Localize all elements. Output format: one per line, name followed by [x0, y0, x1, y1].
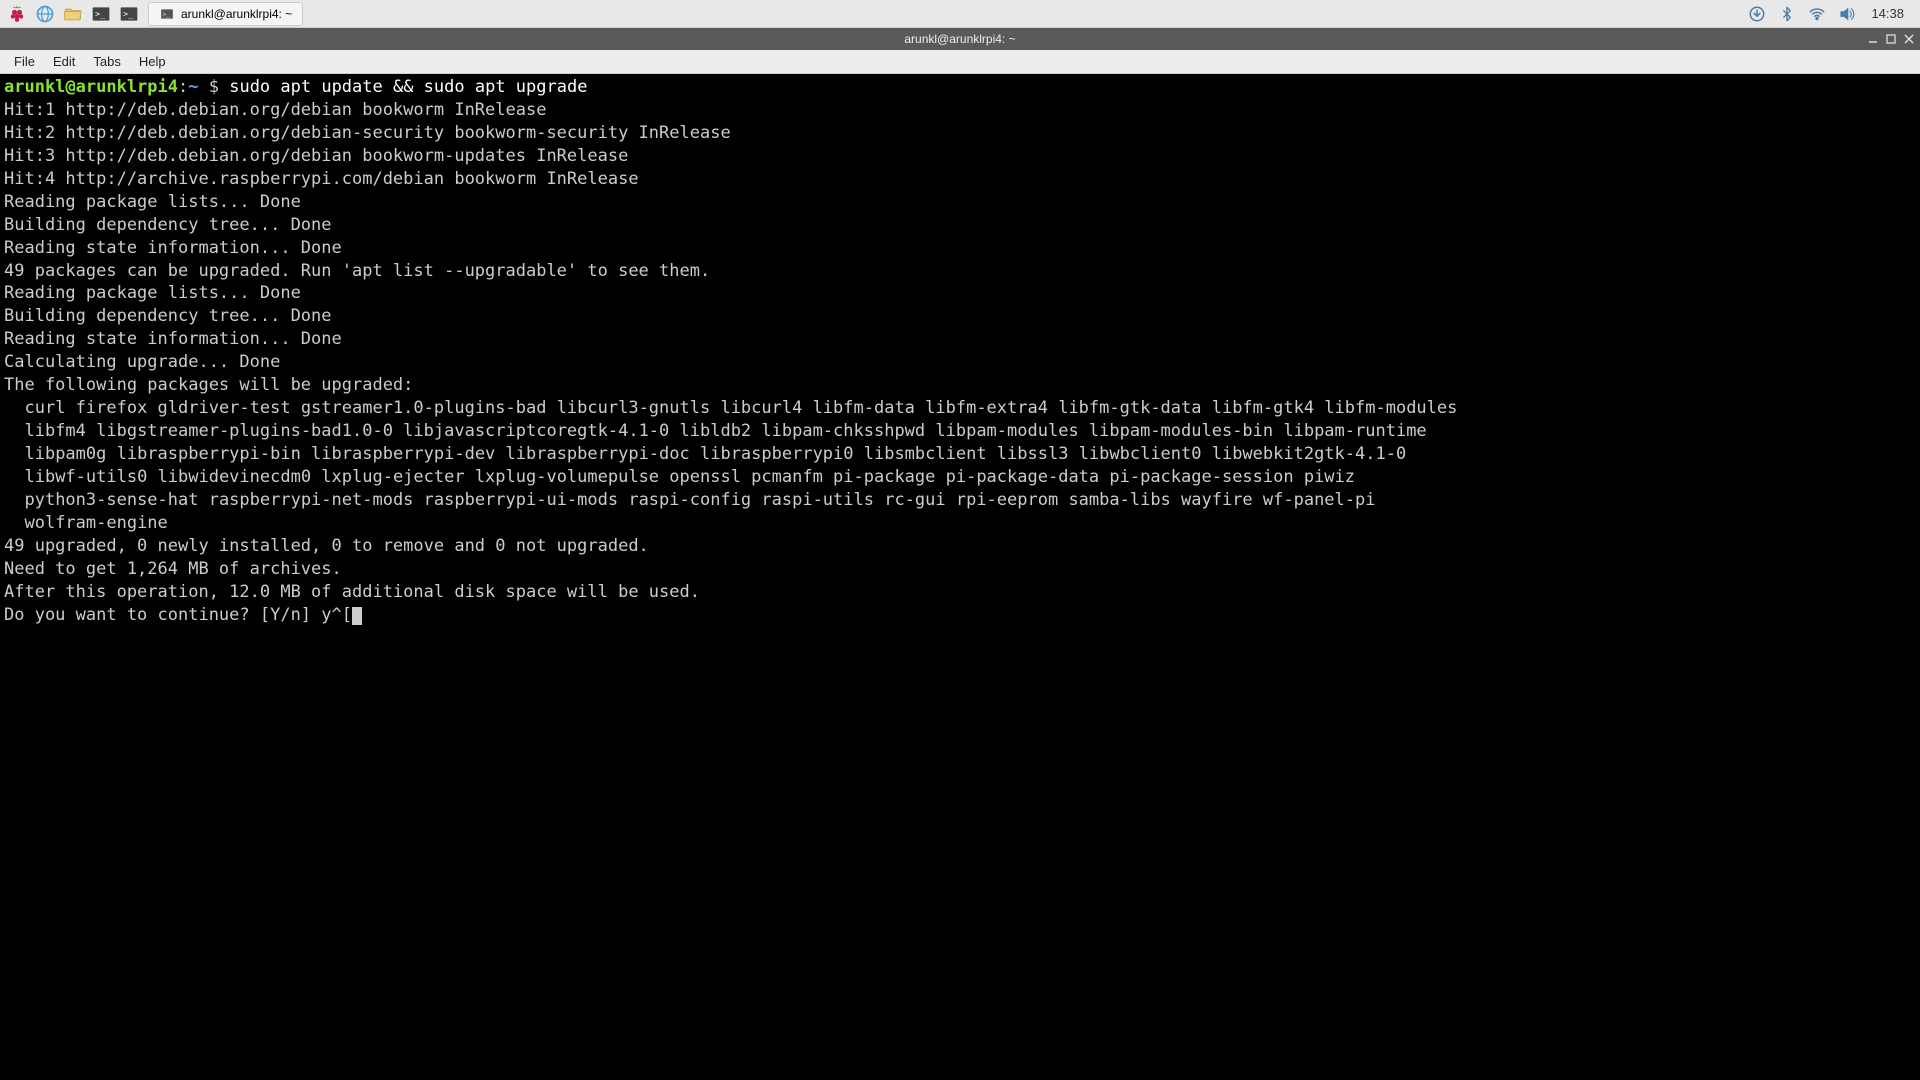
- terminal-window: arunkl@arunklrpi4: ~ File Edit Tabs Help…: [0, 28, 1920, 1080]
- menubar: File Edit Tabs Help: [0, 50, 1920, 74]
- terminal-icon: >_: [159, 6, 175, 22]
- taskbar: >_ >_ >_ arunkl@arunklrpi4: ~ 14:38: [0, 0, 1920, 28]
- close-button[interactable]: [1902, 32, 1916, 46]
- window-controls: [1866, 32, 1916, 46]
- updates-icon[interactable]: [1747, 4, 1767, 24]
- maximize-button[interactable]: [1884, 32, 1898, 46]
- wifi-icon[interactable]: [1807, 4, 1827, 24]
- taskbar-left: >_ >_ >_ arunkl@arunklrpi4: ~: [4, 2, 303, 26]
- terminal-body[interactable]: arunkl@arunklrpi4:~ $ sudo apt update &&…: [0, 74, 1920, 1080]
- clock[interactable]: 14:38: [1867, 6, 1908, 21]
- browser-icon[interactable]: [32, 2, 58, 26]
- terminal-launcher-2-icon[interactable]: >_: [116, 2, 142, 26]
- menu-edit[interactable]: Edit: [45, 52, 83, 71]
- svg-text:>_: >_: [95, 8, 106, 18]
- svg-text:>_: >_: [163, 11, 170, 17]
- menu-file[interactable]: File: [6, 52, 43, 71]
- task-tab-label: arunkl@arunklrpi4: ~: [181, 7, 292, 21]
- window-title: arunkl@arunklrpi4: ~: [904, 32, 1015, 46]
- minimize-button[interactable]: [1866, 32, 1880, 46]
- volume-icon[interactable]: [1837, 4, 1857, 24]
- taskbar-right: 14:38: [1747, 4, 1916, 24]
- svg-text:>_: >_: [123, 8, 134, 18]
- cursor: [352, 607, 362, 625]
- raspberry-menu-icon[interactable]: [4, 2, 30, 26]
- terminal-launcher-icon[interactable]: >_: [88, 2, 114, 26]
- menu-tabs[interactable]: Tabs: [85, 52, 128, 71]
- menu-help[interactable]: Help: [131, 52, 174, 71]
- bluetooth-icon[interactable]: [1777, 4, 1797, 24]
- task-tab-terminal[interactable]: >_ arunkl@arunklrpi4: ~: [148, 2, 303, 26]
- file-manager-icon[interactable]: [60, 2, 86, 26]
- window-titlebar[interactable]: arunkl@arunklrpi4: ~: [0, 28, 1920, 50]
